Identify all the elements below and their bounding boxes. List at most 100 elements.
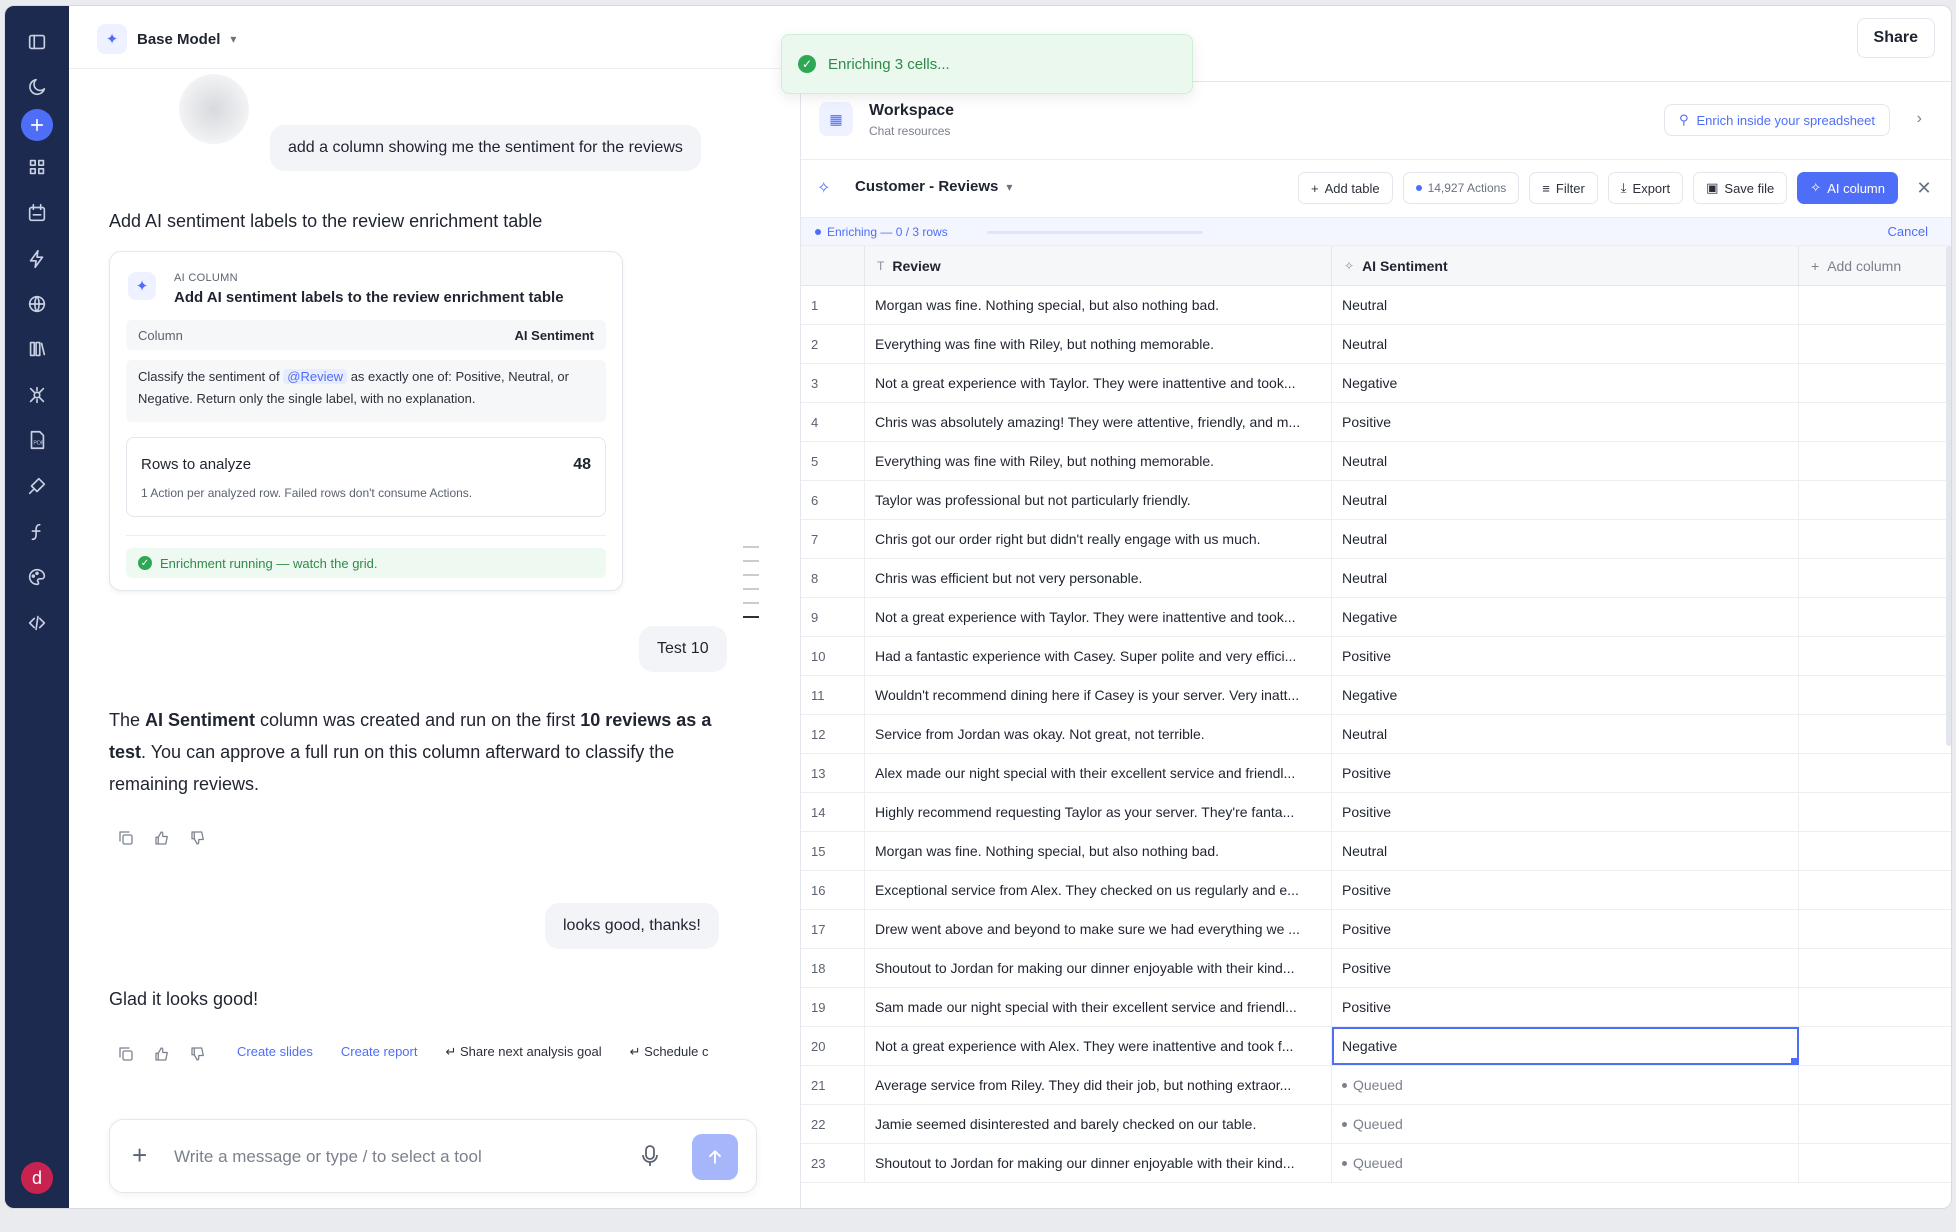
review-cell[interactable]: Taylor was professional but not particul… [865,481,1332,519]
thumbs-down-icon[interactable] [189,1045,207,1063]
empty-cell[interactable] [1799,676,1951,714]
empty-cell[interactable] [1799,637,1951,675]
sentiment-cell[interactable]: Negative [1332,676,1799,714]
code-icon[interactable] [21,607,53,639]
empty-cell[interactable] [1799,871,1951,909]
add-column-button[interactable]: + Add column [1799,246,1951,285]
table-row[interactable]: 7 Chris got our order right but didn't re… [801,520,1951,559]
table-row[interactable]: 18 Shoutout to Jordan for making our dinn… [801,949,1951,988]
save-file-button[interactable]: ▣ Save file [1693,172,1788,204]
sentiment-cell[interactable]: Neutral [1332,481,1799,519]
empty-cell[interactable] [1799,559,1951,597]
table-selector[interactable]: Customer - Reviews ▾ [855,178,1012,195]
table-row[interactable]: 11 Wouldn't recommend dining here if Case… [801,676,1951,715]
plugin-icon[interactable] [21,470,53,502]
ai-column-button[interactable]: ✧ AI column [1797,172,1898,204]
schedule-link[interactable]: ↵ Schedule c [630,1044,709,1060]
sentiment-cell[interactable]: Neutral [1332,286,1799,324]
empty-cell[interactable] [1799,520,1951,558]
empty-cell[interactable] [1799,1066,1951,1104]
add-attachment-icon[interactable]: + [132,1142,147,1168]
empty-cell[interactable] [1799,988,1951,1026]
sentiment-cell[interactable]: Neutral [1332,325,1799,363]
review-mention[interactable]: @Review [283,369,348,384]
review-cell[interactable]: Chris was absolutely amazing! They were … [865,403,1332,441]
review-cell[interactable]: Exceptional service from Alex. They chec… [865,871,1332,909]
calendar-icon[interactable] [21,197,53,229]
sentiment-cell[interactable]: Positive [1332,910,1799,948]
palette-icon[interactable] [21,561,53,593]
table-row[interactable]: 16 Exceptional service from Alex. They ch… [801,871,1951,910]
empty-cell[interactable] [1799,910,1951,948]
table-row[interactable]: 1 Morgan was fine. Nothing special, but a… [801,286,1951,325]
review-cell[interactable]: Everything was fine with Riley, but noth… [865,442,1332,480]
cancel-button[interactable]: Cancel [1888,224,1928,239]
empty-cell[interactable] [1799,442,1951,480]
function-icon[interactable] [21,516,53,548]
table-row[interactable]: 8 Chris was efficient but not very person… [801,559,1951,598]
table-row[interactable]: 23 Shoutout to Jordan for making our dinn… [801,1144,1951,1183]
table-row[interactable]: 3 Not a great experience with Taylor. The… [801,364,1951,403]
review-cell[interactable]: Sam made our night special with their ex… [865,988,1332,1026]
empty-cell[interactable] [1799,481,1951,519]
sentiment-cell[interactable]: Negative [1332,598,1799,636]
share-goal-link[interactable]: ↵ Share next analysis goal [445,1044,601,1060]
pdf-icon[interactable]: PDF [21,424,53,456]
enrich-spreadsheet-button[interactable]: ⚲ Enrich inside your spreadsheet [1663,104,1890,136]
table-row[interactable]: 21 Average service from Riley. They did t… [801,1066,1951,1105]
empty-cell[interactable] [1799,715,1951,753]
table-row[interactable]: 22 Jamie seemed disinterested and barely … [801,1105,1951,1144]
actions-badge[interactable]: 14,927 Actions [1402,172,1520,204]
review-cell[interactable]: Chris was efficient but not very persona… [865,559,1332,597]
review-cell[interactable]: Had a fantastic experience with Casey. S… [865,637,1332,675]
create-slides-link[interactable]: Create slides [237,1044,313,1060]
empty-cell[interactable] [1799,286,1951,324]
send-button[interactable] [692,1134,738,1180]
review-cell[interactable]: Jamie seemed disinterested and barely ch… [865,1105,1332,1143]
bolt-icon[interactable] [21,243,53,275]
history-icon[interactable] [21,71,53,103]
table-row[interactable]: 20 Not a great experience with Alex. They… [801,1027,1951,1066]
table-row[interactable]: 12 Service from Jordan was okay. Not grea… [801,715,1951,754]
sentiment-cell[interactable]: Neutral [1332,832,1799,870]
model-selector[interactable]: ✦ Base Model ▾ [97,24,236,54]
table-row[interactable]: 15 Morgan was fine. Nothing special, but … [801,832,1951,871]
empty-cell[interactable] [1799,754,1951,792]
review-cell[interactable]: Chris got our order right but didn't rea… [865,520,1332,558]
thumbs-down-icon[interactable] [189,829,207,847]
table-row[interactable]: 5 Everything was fine with Riley, but not… [801,442,1951,481]
sentiment-cell[interactable]: Neutral [1332,715,1799,753]
vertical-scrollbar[interactable] [1946,246,1951,746]
empty-cell[interactable] [1799,325,1951,363]
sentiment-cell-queued[interactable]: Queued [1332,1066,1799,1104]
bug-icon[interactable] [21,379,53,411]
avatar[interactable]: d [21,1162,53,1194]
empty-cell[interactable] [1799,1027,1951,1065]
review-cell[interactable]: Alex made our night special with their e… [865,754,1332,792]
sentiment-cell[interactable]: Positive [1332,754,1799,792]
table-row[interactable]: 19 Sam made our night special with their … [801,988,1951,1027]
review-cell[interactable]: Average service from Riley. They did the… [865,1066,1332,1104]
message-input[interactable]: Write a message or type / to select a to… [174,1147,482,1167]
empty-cell[interactable] [1799,403,1951,441]
review-cell[interactable]: Shoutout to Jordan for making our dinner… [865,949,1332,987]
sentiment-cell[interactable]: Neutral [1332,520,1799,558]
sentiment-cell[interactable]: Positive [1332,988,1799,1026]
close-icon[interactable]: ✕ [1914,178,1934,199]
review-cell[interactable]: Not a great experience with Taylor. They… [865,364,1332,402]
sentiment-cell[interactable]: Negative [1332,1027,1799,1065]
thumbs-up-icon[interactable] [153,1045,171,1063]
empty-cell[interactable] [1799,949,1951,987]
add-table-button[interactable]: + Add table [1298,172,1393,204]
review-cell[interactable]: Morgan was fine. Nothing special, but al… [865,286,1332,324]
table-row[interactable]: 13 Alex made our night special with their… [801,754,1951,793]
table-row[interactable]: 14 Highly recommend requesting Taylor as … [801,793,1951,832]
globe-icon[interactable] [21,288,53,320]
review-cell[interactable]: Shoutout to Jordan for making our dinner… [865,1144,1332,1182]
new-chat-icon[interactable] [21,109,53,141]
review-cell[interactable]: Morgan was fine. Nothing special, but al… [865,832,1332,870]
copy-icon[interactable] [117,1045,135,1063]
empty-cell[interactable] [1799,1144,1951,1182]
sentiment-cell-queued[interactable]: Queued [1332,1144,1799,1182]
sentiment-cell[interactable]: Positive [1332,871,1799,909]
